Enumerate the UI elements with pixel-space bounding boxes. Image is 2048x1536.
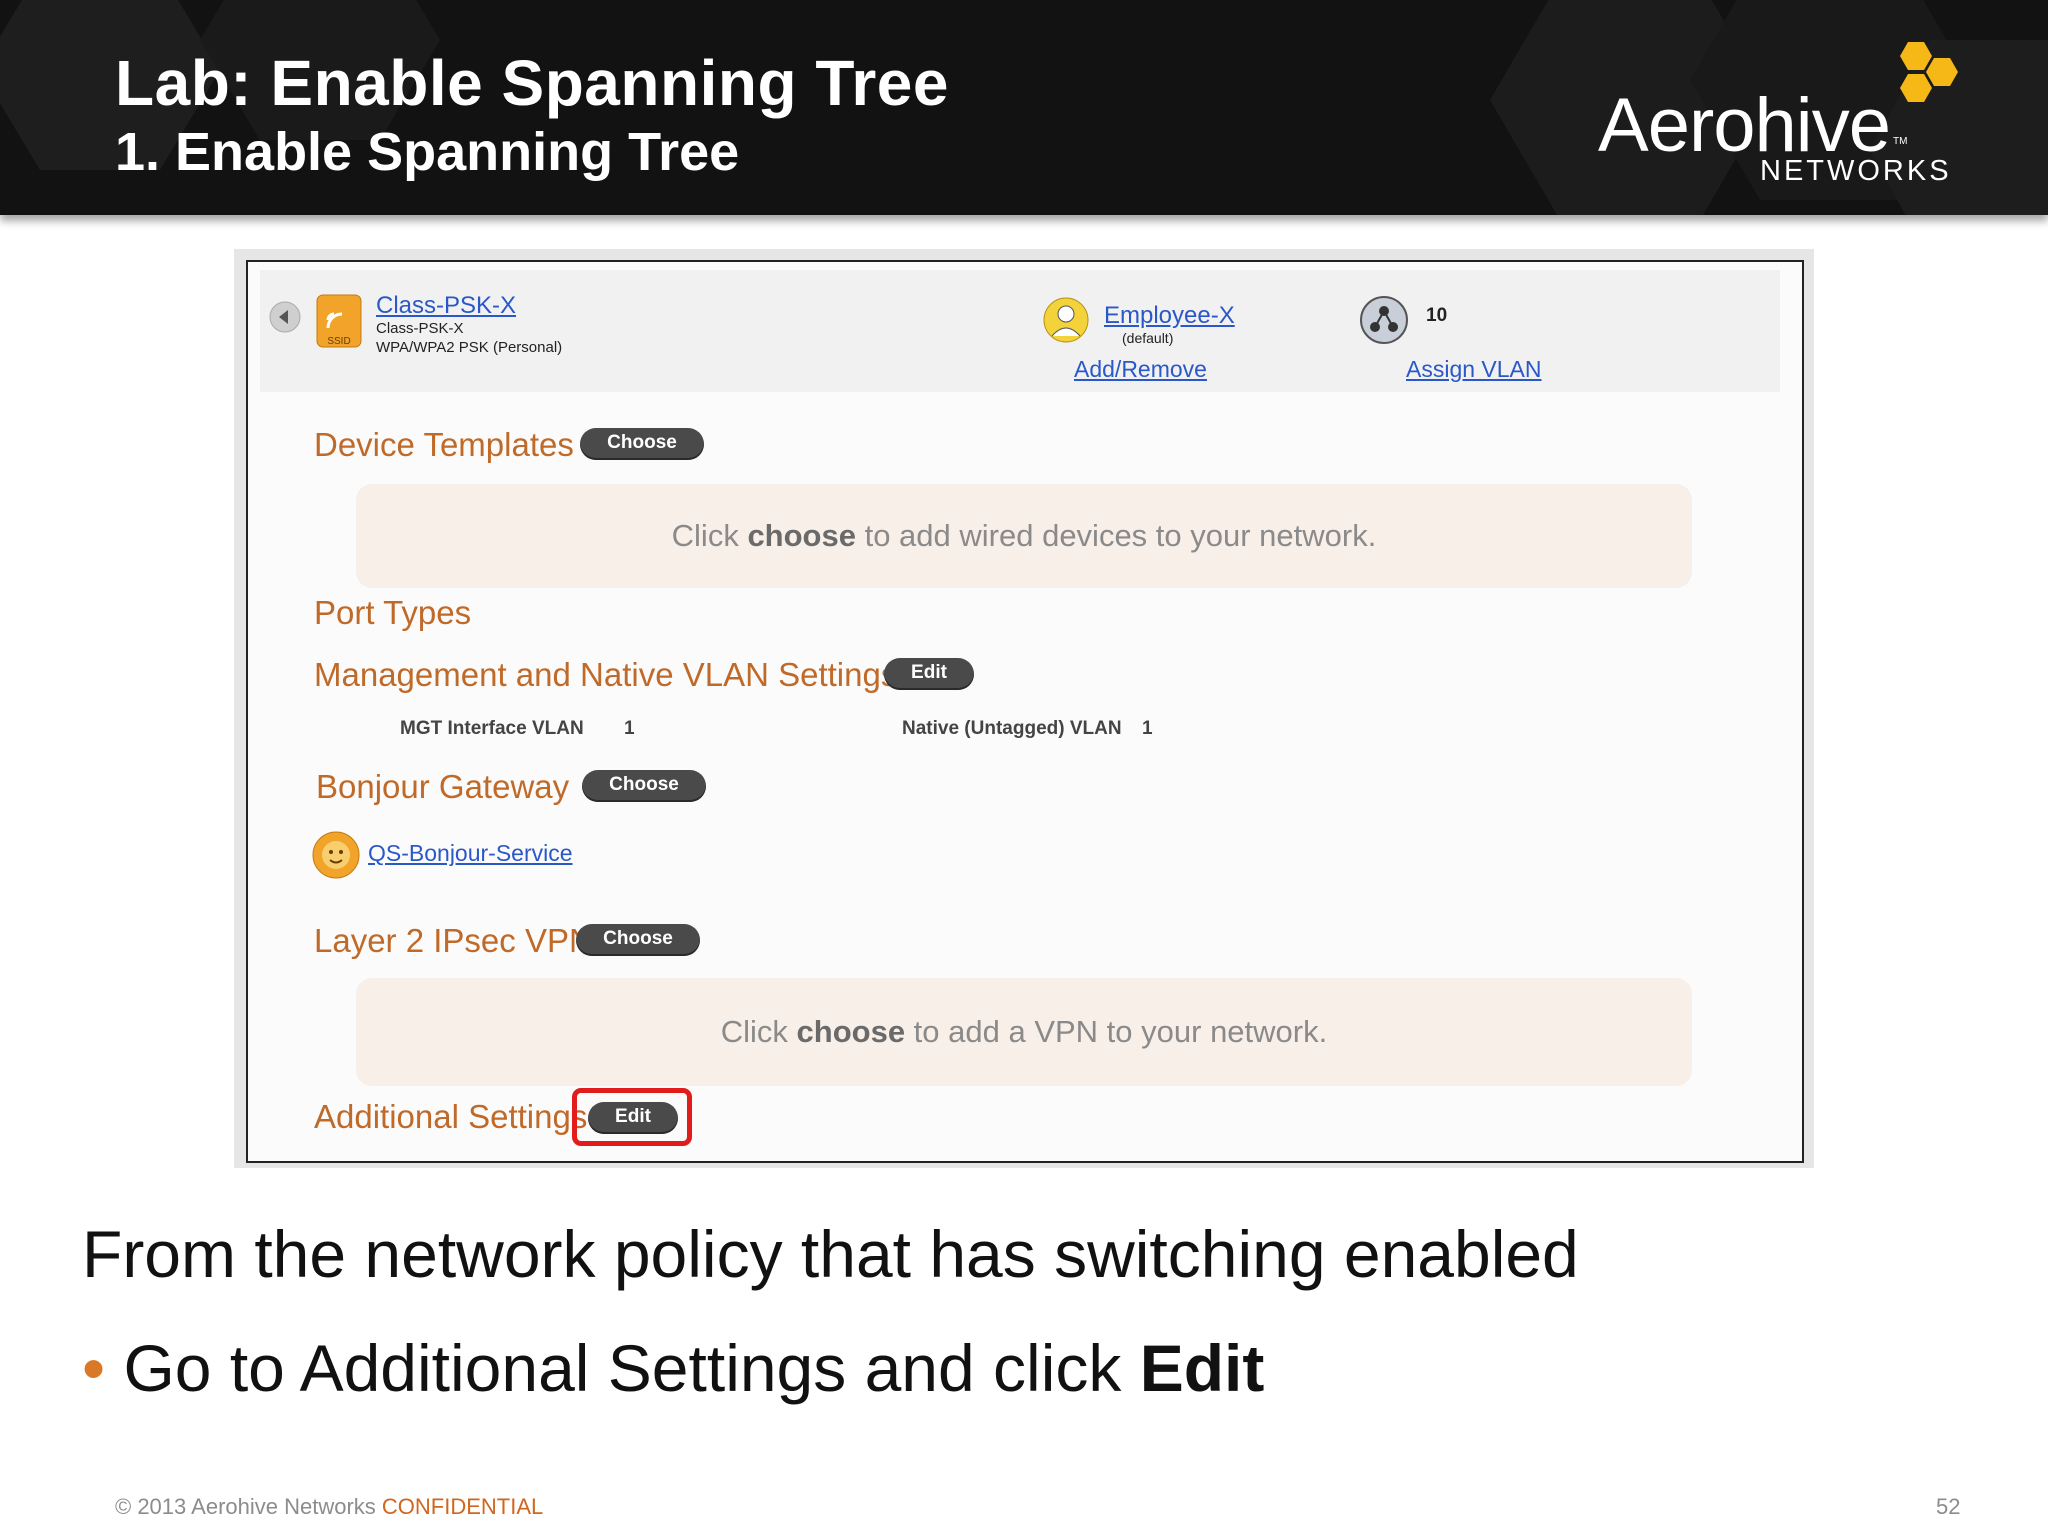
slide-header: Lab: Enable Spanning Tree 1. Enable Span… [0,0,2048,215]
add-remove-link[interactable]: Add/Remove [1074,356,1207,383]
bullet-text: Go to Additional Settings and click [123,1331,1140,1405]
bonjour-service-link[interactable]: QS-Bonjour-Service [368,840,573,867]
vpn-info-post: to add a VPN to your network. [905,1014,1328,1049]
policy-summary-bar: SSID Class-PSK-X Class-PSK-X WPA/WPA2 PS… [260,270,1780,392]
device-info-choose: choose [747,518,856,553]
collapse-arrow-icon[interactable] [268,300,302,334]
instruction-bullet: • Go to Additional Settings and click Ed… [82,1330,1264,1406]
user-profile-default: (default) [1122,330,1174,346]
bonjour-service-icon [312,831,360,879]
device-info-post: to add wired devices to your network. [855,518,1377,553]
mgmt-vlan-settings-label: Management and Native VLAN Settings [314,656,898,693]
device-info-pre: Click [671,518,748,553]
ssid-security: WPA/WPA2 PSK (Personal) [376,339,563,356]
ssid-name-link[interactable]: Class-PSK-X [376,292,516,320]
bullet-dot: • [82,1331,106,1405]
native-vlan-value: 1 [1142,718,1153,739]
bonjour-choose-button[interactable]: Choose [582,770,706,802]
copyright-text: © 2013 Aerohive Networks [115,1494,382,1519]
vlan-value: 10 [1426,305,1448,326]
mgt-interface-vlan-label: MGT Interface VLAN [400,718,584,739]
device-templates-label: Device Templates [314,426,574,463]
vpn-info-choose: choose [796,1014,906,1049]
l2-vpn-choose-button[interactable]: Choose [576,924,700,956]
network-policy-screenshot: SSID Class-PSK-X Class-PSK-X WPA/WPA2 PS… [246,260,1804,1163]
ssid-badge: SSID [327,336,350,347]
vlan-icon [1360,296,1408,344]
vpn-info: Click choose to add a VPN to your networ… [356,978,1692,1086]
logo-trademark: TM [1893,136,1908,147]
footer-copyright: © 2013 Aerohive Networks CONFIDENTIAL [115,1494,543,1520]
bonjour-gateway-label: Bonjour Gateway [316,768,570,805]
device-templates-info: Click choose to add wired devices to you… [356,484,1692,588]
instruction-line: From the network policy that has switchi… [82,1217,1579,1291]
confidential-label: CONFIDENTIAL [381,1494,544,1519]
device-templates-choose-button[interactable]: Choose [580,428,704,460]
mgt-interface-vlan-value: 1 [624,718,635,739]
additional-settings-label: Additional Settings [314,1098,588,1135]
vpn-info-pre: Click [720,1014,797,1049]
native-vlan-label: Native (Untagged) VLAN [902,718,1122,739]
user-profile-link[interactable]: Employee-X [1104,302,1235,330]
mgmt-vlan-edit-button[interactable]: Edit [884,658,974,690]
page-number: 52 [1936,1494,1961,1519]
bullet-text-bold: Edit [1139,1331,1265,1405]
port-types-label: Port Types [314,594,472,631]
edit-button-highlight [572,1088,692,1146]
slide-subtitle: 1. Enable Spanning Tree [115,122,740,182]
logo-networks: NETWORKS [1760,155,1952,187]
ssid-sub: Class-PSK-X [376,320,464,337]
l2-ipsec-vpn-label: Layer 2 IPsec VPN [314,922,593,959]
ssid-icon: SSID [316,294,362,348]
aerohive-hexagon-logo-icon [1900,42,1958,102]
assign-vlan-link[interactable]: Assign VLAN [1406,356,1542,383]
slide-title: Lab: Enable Spanning Tree [115,47,949,119]
user-profile-icon [1043,297,1089,343]
